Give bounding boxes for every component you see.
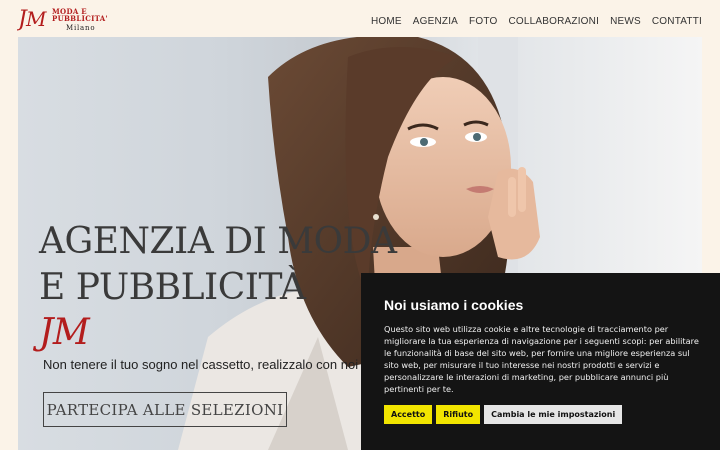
cookie-settings-button[interactable]: Cambia le mie impostazioni <box>484 405 623 424</box>
brand-line2: PUBBLICITA' <box>52 14 108 23</box>
nav-contatti[interactable]: CONTATTI <box>652 16 702 27</box>
cookie-buttons: Accetto Rifiuto Cambia le mie impostazio… <box>384 405 623 424</box>
nav-agenzia[interactable]: AGENZIA <box>413 16 458 27</box>
cookie-banner: Noi usiamo i cookies Questo sito web uti… <box>361 273 720 450</box>
cookie-title: Noi usiamo i cookies <box>384 297 524 313</box>
jm-monogram-icon: J M <box>17 7 47 31</box>
join-selection-button[interactable]: PARTECIPA ALLE SELEZIONI <box>43 392 287 427</box>
main-nav: HOME AGENZIA FOTO COLLABORAZIONI NEWS CO… <box>360 16 702 27</box>
cookie-text: Questo sito web utilizza cookie e altre … <box>384 324 699 394</box>
brand-logo[interactable]: J M MODA E PUBBLICITA' Milano <box>17 5 127 33</box>
cookie-reject-button[interactable]: Rifiuto <box>436 405 481 424</box>
hero-headline: AGENZIA DI MODA E PUBBLICITÀ JM <box>39 219 397 355</box>
nav-collaborazioni[interactable]: COLLABORAZIONI <box>508 16 599 27</box>
headline-line1: AGENZIA DI MODA <box>39 221 397 262</box>
hero-subtitle: Non tenere il tuo sogno nel cassetto, re… <box>43 357 359 372</box>
brand-city: Milano <box>66 24 96 32</box>
headline-line2: E PUBBLICITÀ <box>39 267 306 308</box>
site-header: J M MODA E PUBBLICITA' Milano HOME AGENZ… <box>0 0 720 37</box>
nav-news[interactable]: NEWS <box>610 16 641 27</box>
svg-text:M: M <box>25 7 47 31</box>
nav-home[interactable]: HOME <box>371 16 402 27</box>
headline-jm: JM <box>39 312 90 353</box>
cookie-accept-button[interactable]: Accetto <box>384 405 433 424</box>
nav-foto[interactable]: FOTO <box>469 16 497 27</box>
